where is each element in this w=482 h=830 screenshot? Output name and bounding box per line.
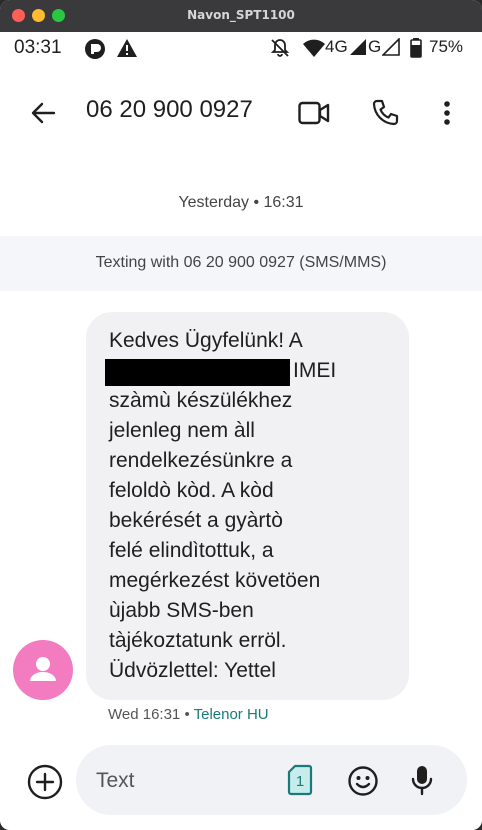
warning-icon — [117, 39, 137, 57]
phone-call-icon[interactable] — [371, 99, 399, 127]
wifi-icon — [303, 39, 325, 57]
message-line: ùjabb SMS-ben — [109, 599, 254, 622]
battery-level: 75% — [429, 37, 464, 56]
message-network: Telenor HU — [193, 706, 269, 723]
message-line: feloldò kòd. A kòd — [109, 479, 274, 502]
more-options-icon[interactable] — [443, 100, 451, 126]
texting-info-text: Texting with 06 20 900 0927 (SMS/MMS) — [95, 254, 387, 271]
texting-info-banner: Texting with 06 20 900 0927 (SMS/MMS) — [0, 236, 482, 291]
meta-separator: • — [180, 706, 194, 723]
message-line: jelenleg nem àll — [109, 419, 255, 442]
app-window: Navon_SPT1100 03:31 4G G 75% 06 20 900 0… — [0, 0, 482, 830]
add-attachment-icon[interactable] — [27, 764, 63, 800]
back-arrow-icon[interactable] — [30, 100, 56, 126]
phone-screen: 03:31 4G G 75% 06 20 900 0927 Yesterday … — [0, 32, 482, 830]
signal-icon-2 — [382, 38, 400, 56]
window-title: Navon_SPT1100 — [187, 8, 295, 22]
sim-card-icon[interactable]: 1 — [287, 764, 313, 796]
window-titlebar: Navon_SPT1100 — [0, 0, 482, 32]
day-separator: Yesterday • 16:31 — [178, 194, 304, 211]
compose-box[interactable]: Text 1 — [76, 745, 467, 815]
video-call-icon[interactable] — [298, 101, 330, 125]
redacted-block — [105, 359, 290, 386]
message-line: bekérését a gyàrtò — [109, 509, 283, 532]
message-line: megérkezést követöen — [109, 569, 321, 592]
network-type-2: G — [368, 37, 382, 56]
message-bubble[interactable]: Kedves Ügyfelünk! A IMEI szàmù készülékh… — [86, 312, 409, 700]
message-meta: Wed 16:31 • Telenor HU — [108, 706, 269, 723]
sender-avatar[interactable] — [13, 640, 73, 700]
microphone-icon[interactable] — [411, 764, 433, 796]
emoji-icon[interactable] — [347, 765, 379, 797]
message-line: tàjékoztatunk erröl. — [109, 629, 287, 652]
status-bar: 03:31 4G G 75% — [0, 32, 482, 64]
compose-input[interactable]: Text — [96, 769, 135, 793]
message-line: rendelkezésünkre a — [109, 449, 293, 472]
message-line: IMEI — [293, 359, 337, 382]
network-type-1: 4G — [325, 37, 348, 56]
message-time: Wed 16:31 — [108, 706, 181, 723]
signal-icon — [350, 39, 366, 55]
message-line: Kedves Ügyfelünk! A — [109, 329, 303, 352]
status-time: 03:31 — [14, 37, 62, 58]
message-line: felé elindìtottuk, a — [109, 539, 274, 562]
conversation-app-bar: 06 20 900 0927 — [0, 84, 482, 144]
contact-title: 06 20 900 0927 — [86, 96, 253, 123]
battery-icon — [410, 38, 422, 58]
app-notification-icon — [85, 39, 105, 59]
mute-icon — [270, 39, 290, 57]
person-icon — [30, 657, 56, 681]
message-line: Üdvözlettel: Yettel — [109, 659, 276, 682]
sim-slot-number: 1 — [296, 773, 304, 790]
message-line: szàmù készülékhez — [109, 389, 293, 412]
